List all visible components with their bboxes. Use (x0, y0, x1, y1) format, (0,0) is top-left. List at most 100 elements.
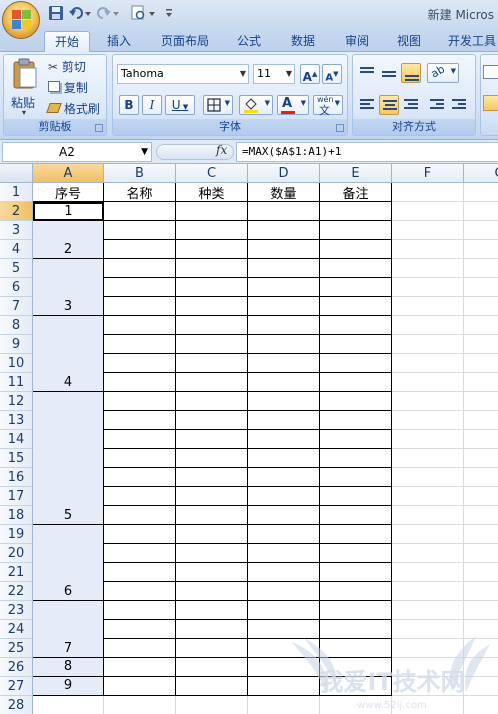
tab-review[interactable]: 审阅 (334, 31, 380, 52)
empty-cell[interactable] (464, 677, 498, 696)
fill-color-button[interactable]: ▼ (239, 95, 273, 115)
font-launcher-icon[interactable] (336, 124, 344, 132)
row-header-4[interactable]: 4 (0, 240, 33, 259)
font-name-select[interactable]: Tahoma ▼ (117, 64, 249, 84)
empty-cell[interactable] (392, 202, 464, 221)
table-cell[interactable] (320, 620, 392, 639)
table-cell[interactable] (248, 525, 320, 544)
clipboard-launcher-icon[interactable] (95, 124, 103, 132)
empty-cell[interactable] (392, 297, 464, 316)
row-header-12[interactable]: 12 (0, 392, 33, 411)
table-cell[interactable] (320, 487, 392, 506)
align-center-icon[interactable] (379, 95, 399, 115)
table-cell[interactable] (176, 620, 248, 639)
empty-cell[interactable] (464, 240, 498, 259)
table-cell[interactable] (176, 259, 248, 278)
font-color-button[interactable]: A ▼ (277, 95, 309, 115)
empty-cell[interactable] (464, 449, 498, 468)
table-cell[interactable] (176, 240, 248, 259)
empty-cell[interactable] (464, 639, 498, 658)
empty-cell[interactable] (464, 354, 498, 373)
table-cell[interactable] (248, 620, 320, 639)
merged-cell-a[interactable]: 3 (33, 259, 104, 316)
empty-cell[interactable] (392, 373, 464, 392)
column-header-f[interactable]: F (392, 164, 464, 183)
empty-cell[interactable] (392, 582, 464, 601)
row-header-11[interactable]: 11 (0, 373, 33, 392)
row-header-28[interactable]: 28 (0, 696, 33, 714)
table-cell[interactable] (248, 259, 320, 278)
row-header-6[interactable]: 6 (0, 278, 33, 297)
underline-button[interactable]: U ▼ (165, 95, 195, 115)
header-cell[interactable]: 名称 (104, 183, 176, 202)
table-cell[interactable] (176, 221, 248, 240)
table-cell[interactable] (176, 677, 248, 696)
table-cell[interactable] (176, 658, 248, 677)
merged-cell-a[interactable]: 4 (33, 316, 104, 392)
merged-cell-a[interactable]: 2 (33, 221, 104, 259)
empty-cell[interactable] (464, 392, 498, 411)
empty-cell[interactable] (464, 582, 498, 601)
empty-cell[interactable] (464, 563, 498, 582)
empty-cell[interactable] (320, 696, 392, 714)
table-cell[interactable] (320, 259, 392, 278)
table-cell[interactable] (104, 658, 176, 677)
empty-cell[interactable] (464, 525, 498, 544)
empty-cell[interactable] (464, 487, 498, 506)
table-cell[interactable] (320, 297, 392, 316)
row-header-9[interactable]: 9 (0, 335, 33, 354)
table-cell[interactable] (104, 430, 176, 449)
selected-cell-a2[interactable]: 1 (33, 202, 104, 221)
table-cell[interactable] (176, 563, 248, 582)
row-header-19[interactable]: 19 (0, 525, 33, 544)
table-cell[interactable] (248, 487, 320, 506)
tab-data[interactable]: 数据 (280, 31, 326, 52)
table-cell[interactable] (176, 449, 248, 468)
row-header-16[interactable]: 16 (0, 468, 33, 487)
empty-cell[interactable] (392, 221, 464, 240)
table-cell[interactable] (320, 639, 392, 658)
table-cell[interactable] (320, 506, 392, 525)
table-cell[interactable] (248, 449, 320, 468)
table-cell[interactable] (176, 335, 248, 354)
table-cell[interactable] (104, 221, 176, 240)
tab-page-layout[interactable]: 页面布局 (152, 31, 218, 52)
empty-cell[interactable] (392, 601, 464, 620)
table-cell[interactable] (320, 658, 392, 677)
table-cell[interactable] (248, 335, 320, 354)
empty-cell[interactable] (392, 449, 464, 468)
table-cell[interactable] (104, 677, 176, 696)
empty-cell[interactable] (464, 335, 498, 354)
table-cell[interactable] (104, 544, 176, 563)
print-preview-icon[interactable] (130, 5, 160, 21)
column-header-b[interactable]: B (104, 164, 176, 183)
table-cell[interactable] (320, 392, 392, 411)
name-box[interactable]: A2 ▼ (2, 142, 152, 162)
table-cell[interactable] (104, 259, 176, 278)
empty-cell[interactable] (464, 278, 498, 297)
table-cell[interactable] (104, 639, 176, 658)
column-header-e[interactable]: E (320, 164, 392, 183)
select-all-corner[interactable] (0, 164, 33, 183)
table-cell[interactable] (104, 620, 176, 639)
empty-cell[interactable] (464, 620, 498, 639)
table-cell[interactable] (320, 544, 392, 563)
empty-cell[interactable] (464, 297, 498, 316)
empty-cell[interactable] (392, 506, 464, 525)
table-cell[interactable] (248, 544, 320, 563)
table-cell[interactable] (248, 278, 320, 297)
table-cell[interactable] (104, 373, 176, 392)
empty-cell[interactable] (464, 658, 498, 677)
table-cell[interactable] (104, 202, 176, 221)
row-header-14[interactable]: 14 (0, 430, 33, 449)
save-icon[interactable] (48, 5, 64, 21)
empty-cell[interactable] (464, 411, 498, 430)
row-header-25[interactable]: 25 (0, 639, 33, 658)
empty-cell[interactable] (392, 183, 464, 202)
row-header-15[interactable]: 15 (0, 449, 33, 468)
header-cell[interactable]: 数量 (248, 183, 320, 202)
empty-cell[interactable] (464, 316, 498, 335)
table-cell[interactable] (104, 297, 176, 316)
table-cell[interactable] (248, 373, 320, 392)
worksheet-grid[interactable]: ABCDEFG 12345678910111213141516171819202… (0, 164, 498, 714)
